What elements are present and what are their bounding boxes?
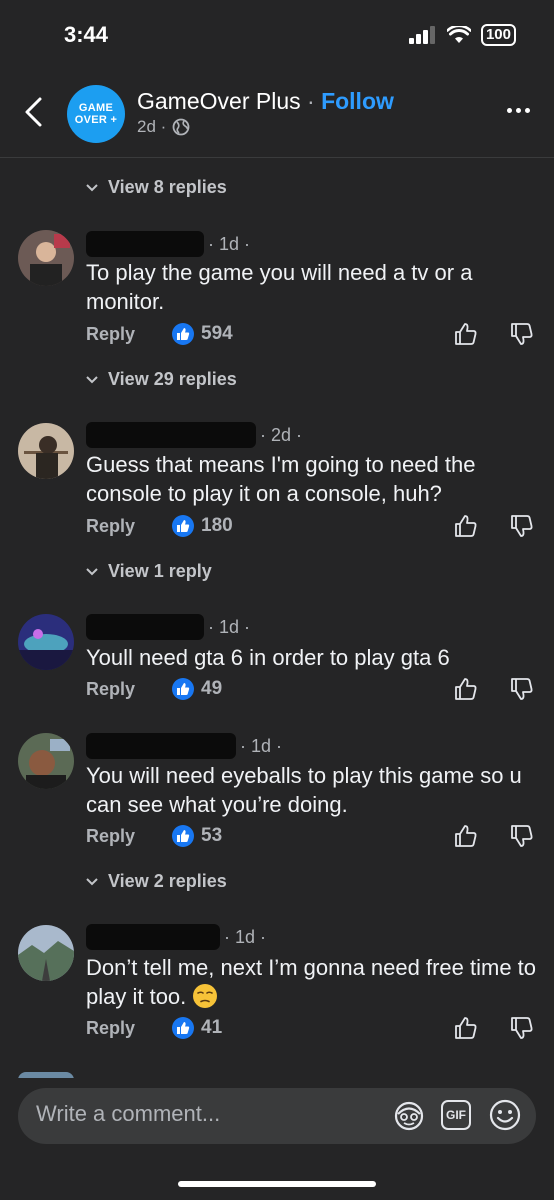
like-count[interactable]: 41 — [201, 1017, 222, 1039]
like-count[interactable]: 180 — [201, 515, 233, 537]
comment-text: To play the game you will need a tv or a… — [86, 260, 473, 314]
redacted-author-name — [86, 231, 204, 257]
vote-buttons — [454, 1016, 534, 1040]
comment-age: · 1d · — [224, 926, 267, 947]
avatar[interactable] — [18, 733, 74, 789]
logo-line1: GAME — [78, 102, 114, 114]
thumbs-down-icon[interactable] — [510, 1016, 534, 1040]
chevron-down-icon — [86, 567, 98, 575]
globe-icon — [172, 118, 190, 136]
comment-author-row: · 1d · — [86, 733, 282, 759]
vote-buttons — [454, 824, 534, 848]
like-reaction-icon — [172, 825, 194, 847]
view-replies-toggle[interactable]: View 2 replies — [86, 871, 227, 892]
thumbs-up-icon[interactable] — [454, 1016, 478, 1040]
thumbs-down-icon[interactable] — [510, 514, 534, 538]
battery-indicator: 100 — [480, 24, 516, 46]
chevron-down-icon — [86, 877, 98, 885]
header-divider — [0, 157, 554, 158]
signal-icon — [408, 26, 435, 44]
comment-actions: Reply 41 — [86, 1016, 534, 1040]
comment-input-placeholder[interactable]: Write a comment... — [36, 1101, 220, 1127]
avatar[interactable] — [18, 614, 74, 670]
comment-text: Youll need gta 6 in order to play gta 6 — [86, 645, 450, 670]
like-reaction-icon — [172, 1017, 194, 1039]
view-replies-toggle[interactable]: View 1 reply — [86, 561, 212, 582]
comment-age: · 2d · — [260, 424, 303, 445]
chevron-down-icon — [86, 183, 98, 191]
post-meta: 2d · — [137, 117, 190, 137]
redacted-author-name — [86, 733, 236, 759]
avatar[interactable] — [18, 925, 74, 981]
avatar[interactable] — [18, 423, 74, 479]
thumbs-up-icon[interactable] — [454, 322, 478, 346]
redacted-author-name — [86, 422, 256, 448]
vote-buttons — [454, 322, 534, 346]
avatar-sticker-icon[interactable] — [392, 1099, 426, 1133]
like-count[interactable]: 594 — [201, 323, 233, 345]
post-age: 2d · — [137, 117, 167, 136]
comment-author-row: · 1d · — [86, 614, 250, 640]
vote-buttons — [454, 677, 534, 701]
view-replies-toggle[interactable]: View 8 replies — [86, 177, 227, 198]
reply-button[interactable]: Reply — [86, 826, 172, 847]
back-chevron-icon[interactable] — [22, 96, 46, 128]
unamused-face-emoji-icon — [193, 984, 218, 1008]
logo-line2: OVER + — [74, 114, 118, 126]
like-count[interactable]: 49 — [201, 678, 222, 700]
like-count[interactable]: 53 — [201, 825, 222, 847]
like-reaction-icon — [172, 515, 194, 537]
view-replies-label: View 8 replies — [108, 177, 227, 197]
emoji-icon[interactable] — [488, 1098, 522, 1132]
comment-age: · 1d · — [208, 233, 251, 254]
follow-button[interactable]: Follow — [321, 88, 394, 114]
thumbs-down-icon[interactable] — [510, 322, 534, 346]
reply-button[interactable]: Reply — [86, 516, 172, 537]
view-replies-label: View 1 reply — [108, 561, 212, 581]
redacted-author-name — [86, 924, 220, 950]
comment-actions: Reply 594 — [86, 322, 534, 346]
thumbs-down-icon[interactable] — [510, 824, 534, 848]
comment-author-row: · 1d · — [86, 924, 266, 950]
wifi-icon — [446, 26, 471, 43]
gif-icon[interactable]: GIF — [441, 1100, 471, 1130]
comment-text: Don’t tell me, next I’m gonna need free … — [86, 953, 536, 1011]
comment-text-body: Don’t tell me, next I’m gonna need free … — [86, 955, 537, 1009]
view-replies-toggle[interactable]: View 29 replies — [86, 369, 237, 390]
vote-buttons — [454, 514, 534, 538]
comment-age: · 1d · — [240, 735, 283, 756]
comment-actions: Reply 180 — [86, 514, 534, 538]
reply-button[interactable]: Reply — [86, 1018, 172, 1039]
view-replies-label: View 2 replies — [108, 871, 227, 891]
like-reaction-icon — [172, 678, 194, 700]
comment-author-row: · 2d · — [86, 422, 302, 448]
comment-text: You will need eyeballs to play this game… — [86, 763, 522, 817]
title-separator: · — [307, 88, 315, 114]
page-logo[interactable]: GAME OVER + — [67, 85, 125, 143]
page-title[interactable]: GameOver Plus · Follow — [137, 88, 394, 115]
more-icon[interactable] — [507, 108, 530, 113]
avatar[interactable] — [18, 230, 74, 286]
comment-text: Guess that means I'm going to need the c… — [86, 452, 476, 506]
comment-actions: Reply 53 — [86, 824, 534, 848]
page-name[interactable]: GameOver Plus — [137, 88, 301, 114]
view-replies-label: View 29 replies — [108, 369, 237, 389]
home-indicator — [178, 1181, 376, 1187]
redacted-author-name — [86, 614, 204, 640]
comment-author-row: · 1d · — [86, 231, 250, 257]
reply-button[interactable]: Reply — [86, 324, 172, 345]
comment-actions: Reply 49 — [86, 677, 534, 701]
status-icons: 100 — [408, 24, 516, 46]
chevron-down-icon — [86, 375, 98, 383]
thumbs-up-icon[interactable] — [454, 514, 478, 538]
status-time: 3:44 — [64, 22, 109, 47]
thumbs-up-icon[interactable] — [454, 677, 478, 701]
gif-label: GIF — [446, 1108, 466, 1122]
thumbs-down-icon[interactable] — [510, 677, 534, 701]
comment-age: · 1d · — [208, 616, 251, 637]
like-reaction-icon — [172, 323, 194, 345]
reply-button[interactable]: Reply — [86, 679, 172, 700]
thumbs-up-icon[interactable] — [454, 824, 478, 848]
